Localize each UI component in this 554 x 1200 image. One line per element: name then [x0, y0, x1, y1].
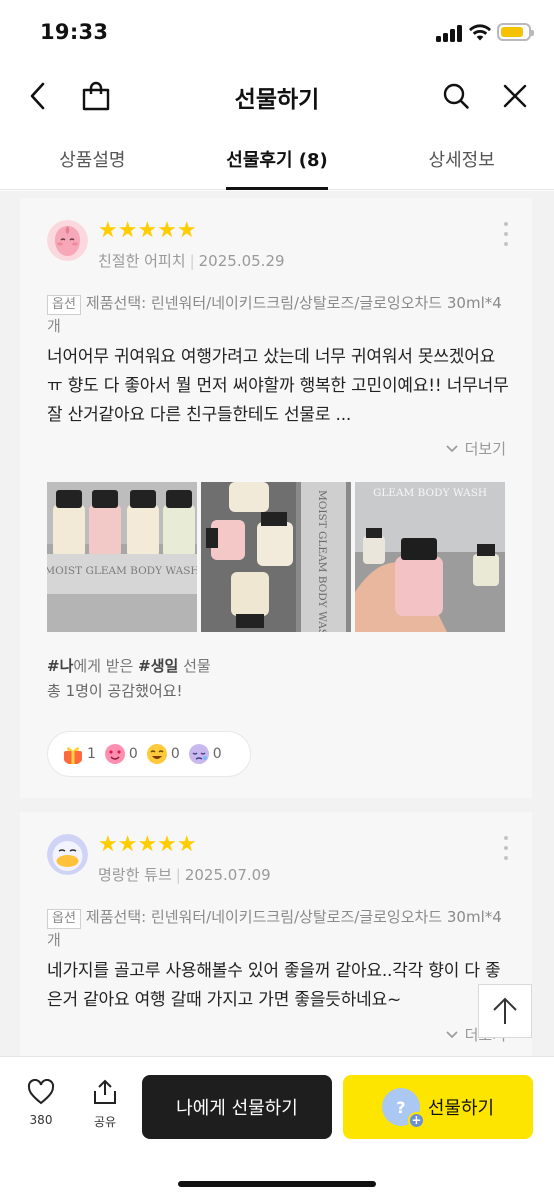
tag-text: 선물	[178, 657, 211, 675]
product-box-text: MOIST GLEAM BODY WASH	[47, 565, 197, 577]
send-gift-button[interactable]: ? + 선물하기	[343, 1075, 533, 1139]
review-body: 너어어무 귀여워요 여행가려고 샀는데 너무 귀여워서 못쓰겠어요ㅠ 향도 다 …	[47, 347, 509, 425]
shopping-bag-button[interactable]	[78, 78, 114, 114]
share-icon	[94, 1079, 116, 1104]
tab-bar: 상품설명 선물후기 (8) 상세정보	[0, 132, 554, 190]
review-card: ★★★★★ 명랑한 튜브 | 2025.07.09 옵션 제품선택: 린넨워터/네이키…	[20, 812, 532, 1056]
share-label: 공유	[93, 1115, 117, 1129]
more-options-button[interactable]	[502, 836, 510, 860]
review-card: ★★★★★ 친절한 어피치 | 2025.05.29 옵션 제품선택: 린넨워터/네이…	[20, 198, 532, 798]
shopping-bag-icon	[82, 81, 110, 111]
sad-emoji-icon	[188, 744, 209, 764]
status-bar: 19:33	[0, 0, 554, 66]
like-count: 380	[29, 1113, 53, 1127]
top-navigation-bar: 선물하기	[0, 66, 554, 126]
send-gift-label: 선물하기	[427, 1098, 495, 1119]
status-time: 19:33	[40, 20, 109, 44]
review-date: 2025.07.09	[184, 866, 271, 884]
tab-gift-reviews[interactable]: 선물후기 (8)	[185, 132, 370, 189]
reviewer-nickname: 친절한 어피치	[98, 252, 186, 270]
review-photo-3[interactable]: GLEAM BODY WASH	[355, 482, 505, 632]
review-date: 2025.05.29	[198, 252, 285, 270]
more-options-button[interactable]	[502, 222, 510, 246]
heart-eyes-emoji-icon	[104, 744, 125, 764]
reaction-love[interactable]: 0	[104, 743, 138, 765]
gift-to-self-button[interactable]: 나에게 선물하기	[142, 1075, 332, 1139]
review-photos: MOIST GLEAM BODY WASH MOIST GLEAM BODY W…	[47, 482, 505, 632]
bottom-action-bar: 380 공유 나에게 선물하기 ? + 선물하기	[0, 1056, 554, 1200]
option-text: 제품선택: 린넨워터/네이키드크림/상탈로즈/글로잉오차드 30ml*4개	[47, 908, 502, 949]
reaction-laugh[interactable]: 0	[146, 743, 180, 765]
gift-emoji-icon	[64, 747, 82, 764]
review-photo-2[interactable]: MOIST GLEAM BODY WASH	[201, 482, 351, 632]
option-badge: 옵션	[47, 909, 81, 929]
reaction-count: 0	[128, 746, 138, 762]
review-tags: #나에게 받은 #생일 선물	[47, 655, 211, 676]
reaction-gift[interactable]: 1	[62, 743, 96, 765]
chevron-down-icon	[446, 444, 458, 452]
reaction-sad[interactable]: 0	[188, 743, 222, 765]
apeach-character-icon	[47, 220, 88, 261]
arrow-up-icon	[493, 997, 517, 1024]
back-button[interactable]	[20, 78, 56, 114]
scroll-to-top-button[interactable]	[478, 984, 532, 1038]
review-meta: 친절한 어피치 | 2025.05.29	[98, 252, 285, 270]
reaction-count: 1	[87, 746, 96, 762]
chevron-down-icon	[446, 1030, 458, 1038]
tag-recipient[interactable]: #나	[47, 657, 73, 675]
read-more-label: 더보기	[464, 440, 506, 458]
app-root: 19:33 선물하기 상품설명 선물후기 (8) 상세정보 ★★★★★ 친절한 …	[0, 0, 554, 1200]
product-box-text: MOIST GLEAM BODY WASH	[316, 490, 328, 632]
tab-product-description[interactable]: 상품설명	[0, 132, 185, 189]
tag-text: 에게 받은	[73, 657, 139, 675]
empathy-count: 총 1명이 공감했어요!	[47, 682, 183, 700]
reaction-count: 0	[170, 746, 180, 762]
read-more-button[interactable]: 더보기	[445, 438, 506, 459]
home-indicator	[178, 1181, 376, 1187]
heart-icon	[27, 1078, 55, 1105]
chevron-left-icon	[30, 82, 45, 110]
reviewer-avatar	[47, 220, 88, 261]
star-rating: ★★★★★	[98, 832, 197, 857]
option-info: 옵션 제품선택: 린넨워터/네이키드크림/상탈로즈/글로잉오차드 30ml*4개	[47, 292, 507, 337]
tab-details[interactable]: 상세정보	[369, 132, 554, 189]
review-meta: 명랑한 튜브 | 2025.07.09	[98, 866, 271, 884]
reaction-bar: 1 0 0 0	[47, 731, 251, 777]
friend-avatar-text: ?	[396, 1097, 406, 1117]
share-button[interactable]: 공유	[86, 1079, 124, 1130]
search-button[interactable]	[438, 78, 474, 114]
wifi-icon	[469, 24, 491, 41]
like-button[interactable]: 380	[22, 1078, 60, 1127]
search-icon	[443, 83, 469, 109]
tube-character-icon	[47, 834, 88, 875]
star-rating: ★★★★★	[98, 218, 197, 243]
tag-occasion[interactable]: #생일	[138, 657, 178, 675]
review-photo-1[interactable]: MOIST GLEAM BODY WASH	[47, 482, 197, 632]
review-feed[interactable]: ★★★★★ 친절한 어피치 | 2025.05.29 옵션 제품선택: 린넨워터/네이…	[0, 191, 554, 1056]
product-box-text: GLEAM BODY WASH	[373, 487, 487, 499]
close-button[interactable]	[497, 78, 533, 114]
friend-avatar-icon: ? +	[381, 1088, 425, 1129]
plus-icon: +	[407, 1112, 425, 1129]
laugh-emoji-icon	[146, 744, 167, 764]
reviewer-nickname: 명랑한 튜브	[98, 866, 172, 884]
reviewer-avatar	[47, 834, 88, 875]
battery-icon	[497, 23, 534, 41]
option-info: 옵션 제품선택: 린넨워터/네이키드크림/상탈로즈/글로잉오차드 30ml*4개	[47, 906, 507, 951]
cellular-signal-icon	[436, 25, 462, 42]
option-text: 제품선택: 린넨워터/네이키드크림/상탈로즈/글로잉오차드 30ml*4개	[47, 294, 502, 335]
reaction-count: 0	[212, 746, 222, 762]
close-icon	[503, 84, 527, 108]
option-badge: 옵션	[47, 295, 81, 315]
review-body: 네가지를 골고루 사용해볼수 있어 좋을꺼 같아요..각각 향이 다 좋은거 같…	[47, 961, 501, 1010]
